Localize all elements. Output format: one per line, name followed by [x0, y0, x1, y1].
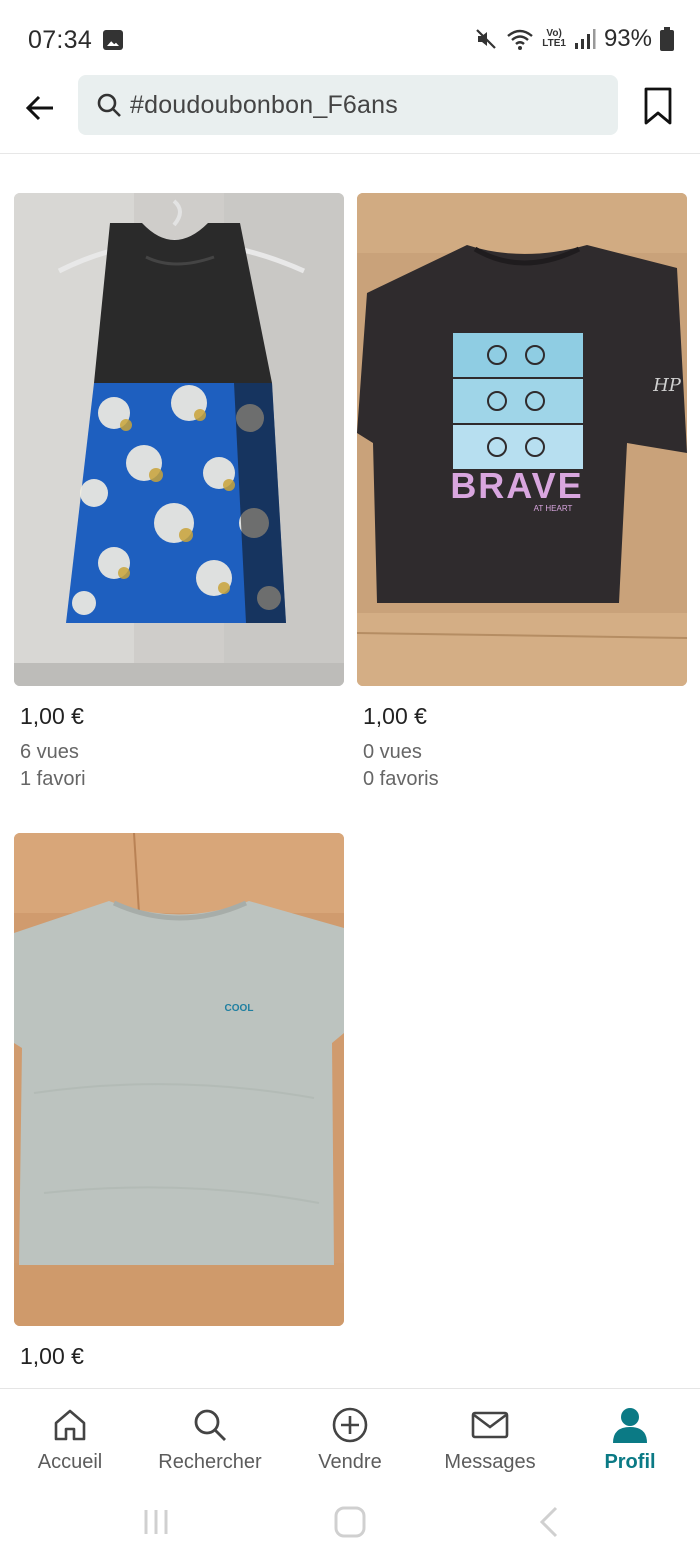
profile-icon [613, 1408, 647, 1443]
item-photo-grey-tshirt[interactable]: COOL [14, 833, 344, 1326]
plus-circle-icon [332, 1407, 368, 1443]
status-time: 07:34 [28, 26, 93, 54]
nav-label: Vendre [318, 1451, 382, 1473]
envelope-icon [471, 1411, 509, 1439]
item-views: 0 vues [363, 741, 422, 763]
item-card[interactable]: COOL 1,00 € [14, 833, 344, 1388]
search-input[interactable]: #doudoubonbon_F6ans [78, 75, 618, 135]
item-favorites: 1 favori [20, 768, 86, 790]
mute-icon [476, 29, 497, 49]
gallery-notification-icon [103, 30, 123, 50]
item-price: 1,00 € [20, 703, 84, 729]
search-icon [194, 1409, 226, 1441]
system-navigation-bar [0, 1496, 700, 1556]
nav-item-profil[interactable]: Profil [560, 1389, 700, 1497]
nav-label: Profil [604, 1451, 656, 1473]
nav-label: Messages [444, 1451, 536, 1473]
brave-print-subtext: AT HEART [534, 504, 573, 513]
item-favorites: 0 favoris [363, 768, 439, 790]
status-icons: Vo) LTE1 93% [474, 24, 674, 54]
item-card[interactable]: 1,00 € 6 vues 1 favori [14, 193, 344, 793]
home-button-icon[interactable] [328, 1500, 372, 1544]
search-header: #doudoubonbon_F6ans [0, 72, 700, 154]
item-views: 6 vues [20, 741, 79, 763]
save-search-button[interactable] [640, 84, 676, 128]
nav-label: Rechercher [158, 1451, 262, 1473]
dress-photo [14, 193, 344, 686]
item-card[interactable]: BRAVE AT HEART HP 1,00 € 0 vues 0 favori… [357, 193, 687, 793]
battery-percentage: 93% [603, 25, 652, 52]
search-icon [97, 93, 121, 117]
volte-label: Vo) LTE1 [542, 29, 566, 49]
status-bar: 07:34 Vo) LTE1 93% [0, 0, 700, 78]
volte-bottom: LTE1 [542, 38, 566, 49]
back-nav-icon[interactable] [528, 1500, 572, 1544]
item-price: 1,00 € [20, 1343, 84, 1369]
item-photo-dress[interactable] [14, 193, 344, 686]
item-price: 1,00 € [363, 703, 427, 729]
screen: 07:34 Vo) LTE1 93% #doudoubonbon_F6ans 1… [0, 0, 700, 1556]
item-photo-brave-tshirt[interactable]: BRAVE AT HEART HP [357, 193, 687, 686]
arrow-left-icon [25, 95, 53, 121]
nav-item-vendre[interactable]: Vendre [280, 1389, 420, 1497]
brave-tshirt-photo: BRAVE AT HEART HP [357, 193, 687, 686]
back-button[interactable] [18, 86, 62, 130]
home-icon [54, 1409, 86, 1441]
sleeve-logo-text: HP [652, 375, 682, 396]
nav-item-messages[interactable]: Messages [420, 1389, 560, 1497]
search-query: #doudoubonbon_F6ans [130, 90, 398, 119]
bottom-navigation: Accueil Rechercher Vendre Messages Profi… [0, 1388, 700, 1496]
nav-label: Accueil [37, 1451, 103, 1473]
brave-print-text: BRAVE [450, 465, 583, 506]
recent-apps-icon[interactable] [134, 1500, 178, 1544]
bookmark-icon [644, 87, 672, 125]
signal-icon [574, 29, 596, 49]
nav-item-rechercher[interactable]: Rechercher [140, 1389, 280, 1497]
wifi-icon [507, 29, 534, 50]
nav-item-accueil[interactable]: Accueil [0, 1389, 140, 1497]
cool-print-text: COOL [225, 1003, 254, 1014]
grey-tshirt-photo: COOL [14, 833, 344, 1326]
battery-icon [660, 27, 674, 51]
